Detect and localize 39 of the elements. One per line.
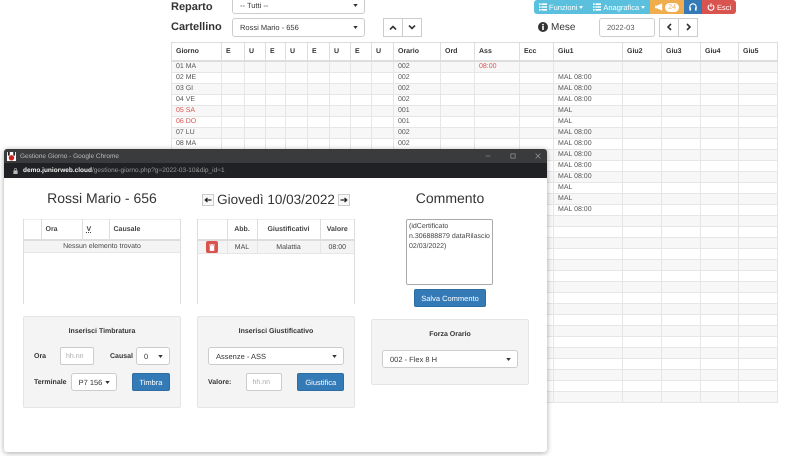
chevron-left-icon xyxy=(666,23,672,31)
arrow-left-icon xyxy=(204,196,212,202)
previous-day-button[interactable] xyxy=(202,194,214,206)
delete-button[interactable] xyxy=(206,241,218,253)
arrow-right-icon xyxy=(340,196,348,202)
chevron-right-icon xyxy=(686,23,690,31)
department-label: Reparto xyxy=(171,1,214,13)
timecard-label: Cartellino xyxy=(171,21,223,33)
up-button[interactable] xyxy=(383,18,403,36)
caret-icon xyxy=(353,4,358,6)
trash-icon xyxy=(209,244,216,250)
list-icon xyxy=(593,3,602,11)
down-button[interactable] xyxy=(402,18,422,36)
close-icon[interactable] xyxy=(535,153,541,159)
caret-icon xyxy=(353,26,358,28)
lock-icon xyxy=(13,168,18,174)
next-day-button[interactable] xyxy=(338,194,350,206)
app-icon xyxy=(7,152,16,160)
headset-icon xyxy=(689,3,698,11)
chevron-down-icon xyxy=(408,24,416,30)
power-icon xyxy=(707,3,716,11)
employee-title: Rossi Mario - 656 xyxy=(46,190,158,208)
chevron-up-icon xyxy=(389,24,397,30)
caret-icon xyxy=(506,358,511,360)
support-button[interactable] xyxy=(684,0,702,14)
caret-icon xyxy=(104,380,110,384)
comment-title: Commento xyxy=(414,190,486,208)
previous-button[interactable] xyxy=(659,18,679,36)
megaphone-icon xyxy=(655,3,664,11)
next-button[interactable] xyxy=(678,18,698,36)
caret-icon xyxy=(332,354,337,358)
info-icon xyxy=(538,22,548,32)
list-icon xyxy=(539,3,547,11)
month-label: Mese xyxy=(551,22,576,32)
maximize-icon[interactable] xyxy=(510,153,516,159)
caret-icon xyxy=(641,6,646,8)
caret-icon xyxy=(158,354,163,358)
caret-icon xyxy=(579,6,584,8)
day-title: Giovedì 10/03/2022 xyxy=(217,192,335,207)
